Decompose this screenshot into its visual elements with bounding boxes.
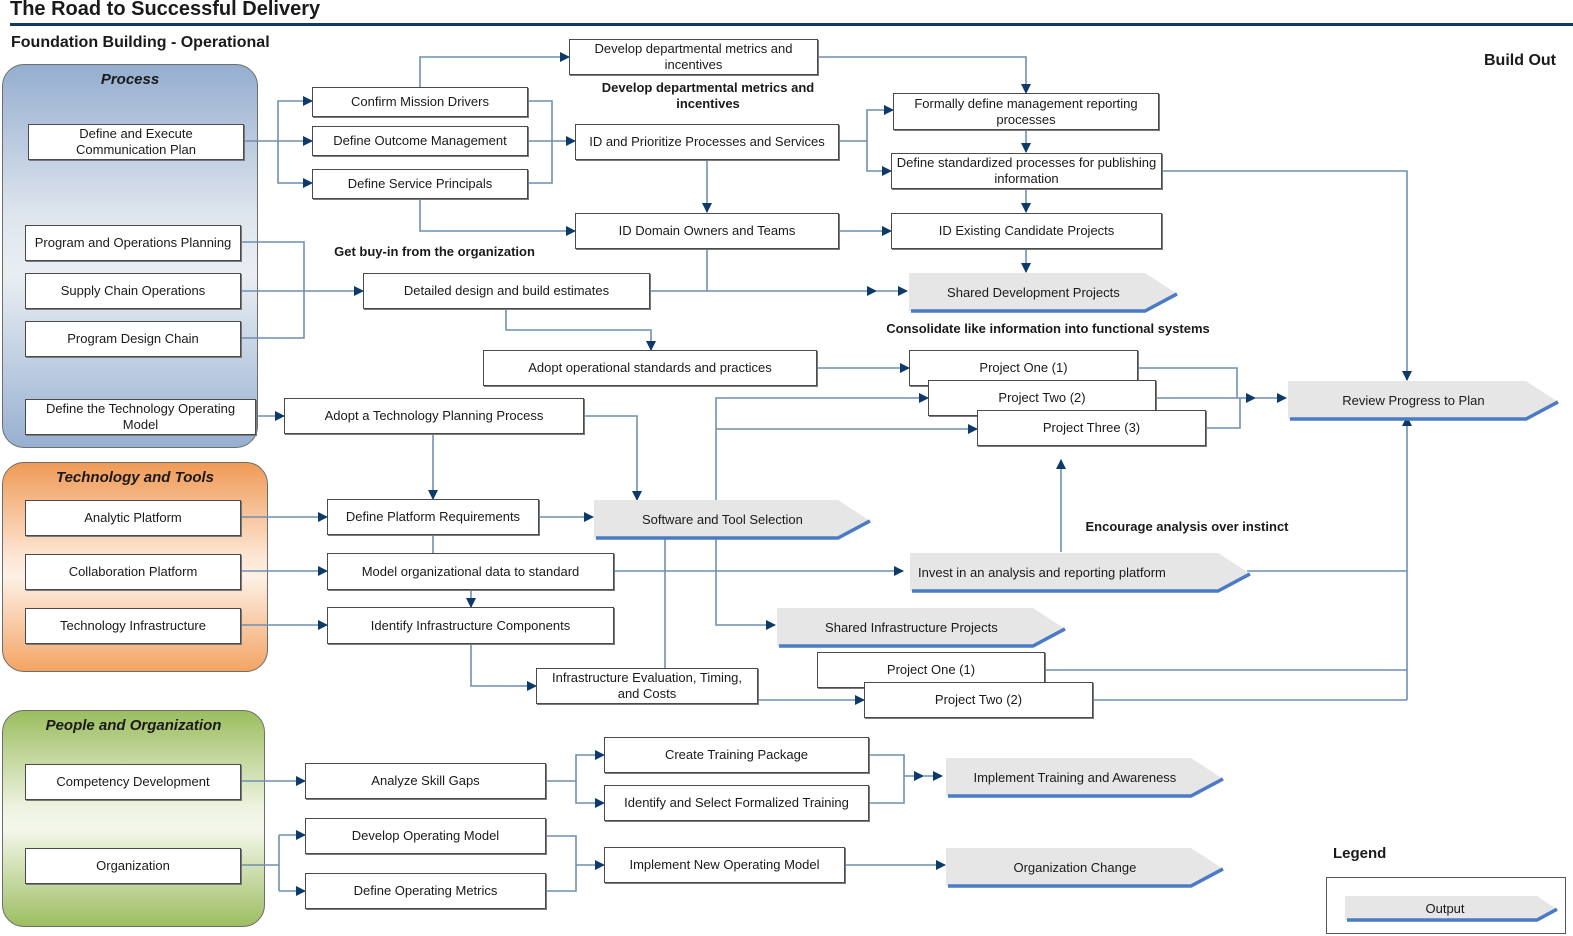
connector: [1162, 170, 1412, 381]
connector: [869, 754, 905, 804]
people-item-competency-development[interactable]: Competency Development: [25, 764, 241, 800]
legend-output-sample: Output: [1345, 896, 1558, 922]
step-adopt-tech-planning[interactable]: Adopt a Technology Planning Process: [284, 398, 584, 434]
process-item-program-design-chain[interactable]: Program Design Chain: [25, 321, 241, 357]
connector: [419, 52, 570, 88]
tech-item-collaboration-platform[interactable]: Collaboration Platform: [25, 554, 241, 590]
output-implement-training[interactable]: Implement Training and Awareness: [946, 758, 1224, 798]
connector: [839, 105, 894, 142]
step-identify-training[interactable]: Identify and Select Formalized Training: [604, 785, 869, 821]
step-define-operating-metrics[interactable]: Define Operating Metrics: [305, 873, 546, 909]
step-analyze-skill-gaps[interactable]: Analyze Skill Gaps: [305, 763, 546, 799]
output-label: Implement Training and Awareness: [973, 769, 1177, 785]
process-item-supply-chain-operations[interactable]: Supply Chain Operations: [25, 273, 241, 309]
connector: [505, 309, 656, 351]
output-label: Organization Change: [1013, 859, 1137, 875]
step-identify-infrastructure[interactable]: Identify Infrastructure Components: [327, 607, 614, 644]
step-implement-operating-model[interactable]: Implement New Operating Model: [604, 847, 845, 883]
tech-item-analytic-platform[interactable]: Analytic Platform: [25, 500, 241, 536]
process-item-communication-plan[interactable]: Define and Execute Communication Plan: [28, 124, 244, 160]
people-panel: People and Organization: [2, 710, 265, 927]
step-model-organizational-data[interactable]: Model organizational data to standard: [327, 553, 614, 590]
step-id-domain-owners[interactable]: ID Domain Owners and Teams: [575, 213, 839, 249]
step-adopt-operational-standards[interactable]: Adopt operational standards and practice…: [483, 350, 817, 386]
step-define-platform-requirements[interactable]: Define Platform Requirements: [327, 499, 539, 535]
output-label: Review Progress to Plan: [1342, 392, 1485, 408]
step-infrastructure-evaluation[interactable]: Infrastructure Evaluation, Timing, and C…: [536, 668, 758, 704]
people-panel-title: People and Organization: [45, 717, 222, 734]
step-define-service-principals[interactable]: Define Service Principals: [312, 169, 528, 199]
output-review-progress[interactable]: Review Progress to Plan: [1288, 381, 1559, 421]
output-software-tool-selection[interactable]: Software and Tool Selection: [594, 500, 871, 540]
output-shared-infrastructure[interactable]: Shared Infrastructure Projects: [777, 608, 1066, 648]
output-label: Software and Tool Selection: [641, 511, 803, 527]
tech-item-technology-infrastructure[interactable]: Technology Infrastructure: [25, 608, 241, 644]
connector: [715, 538, 776, 630]
connector: [866, 141, 892, 176]
step-detailed-design[interactable]: Detailed design and build estimates: [363, 273, 650, 309]
connector: [1206, 398, 1241, 429]
output-shared-development[interactable]: Shared Development Projects: [909, 273, 1178, 313]
process-item-program-operations-planning[interactable]: Program and Operations Planning: [25, 225, 241, 261]
step-define-outcome-management[interactable]: Define Outcome Management: [312, 126, 528, 156]
process-item-technology-operating-model[interactable]: Define the Technology Operating Model: [25, 399, 256, 435]
step-formally-define-reporting[interactable]: Formally define management reporting pro…: [893, 93, 1159, 130]
connector: [546, 835, 577, 892]
technology-panel-title: Technology and Tools: [55, 469, 215, 486]
step-id-prioritize[interactable]: ID and Prioritize Processes and Services: [575, 124, 839, 160]
output-invest-analysis-platform[interactable]: Invest in an analysis and reporting plat…: [910, 553, 1251, 593]
connector: [818, 56, 1031, 94]
annotation-consolidate: Consolidate like information into functi…: [886, 321, 1210, 336]
legend-title: Legend: [1333, 845, 1387, 862]
connector: [470, 644, 537, 691]
connector: [546, 750, 605, 782]
output-label: Invest in an analysis and reporting plat…: [918, 564, 1166, 580]
output-label: Shared Infrastructure Projects: [825, 619, 998, 635]
connector: [715, 393, 929, 500]
annotation-develop-metrics: Develop departmental metrics and incenti…: [601, 80, 815, 111]
output-label: Output: [1425, 900, 1465, 916]
connector: [575, 781, 605, 808]
step-confirm-mission-drivers[interactable]: Confirm Mission Drivers: [312, 87, 528, 117]
page-title: The Road to Successful Delivery: [10, 0, 321, 20]
output-label: Shared Development Projects: [947, 284, 1120, 300]
page-subtitle: Foundation Building - Operational: [11, 34, 270, 51]
process-panel-title: Process: [100, 71, 160, 88]
build-out-heading: Build Out: [1484, 52, 1556, 69]
connector: [277, 96, 313, 141]
annotation-buy-in: Get buy-in from the organization: [334, 244, 535, 259]
people-item-organization[interactable]: Organization: [25, 848, 241, 884]
title-divider: [10, 23, 1573, 26]
connector: [277, 141, 313, 188]
step-project-three-dev[interactable]: Project Three (3): [977, 410, 1206, 446]
connector: [419, 199, 576, 236]
step-create-training-package[interactable]: Create Training Package: [604, 737, 869, 773]
annotation-encourage-analysis: Encourage analysis over instinct: [1085, 519, 1289, 534]
step-project-two-infra[interactable]: Project Two (2): [864, 682, 1093, 718]
connector: [528, 100, 553, 184]
output-organization-change[interactable]: Organization Change: [946, 848, 1224, 888]
step-id-existing-projects[interactable]: ID Existing Candidate Projects: [891, 213, 1162, 249]
step-define-standardized-processes[interactable]: Define standardized processes for publis…: [891, 153, 1162, 189]
step-develop-operating-model[interactable]: Develop Operating Model: [305, 818, 546, 854]
connector: [584, 415, 642, 501]
step-develop-metrics[interactable]: Develop departmental metrics and incenti…: [569, 39, 818, 75]
